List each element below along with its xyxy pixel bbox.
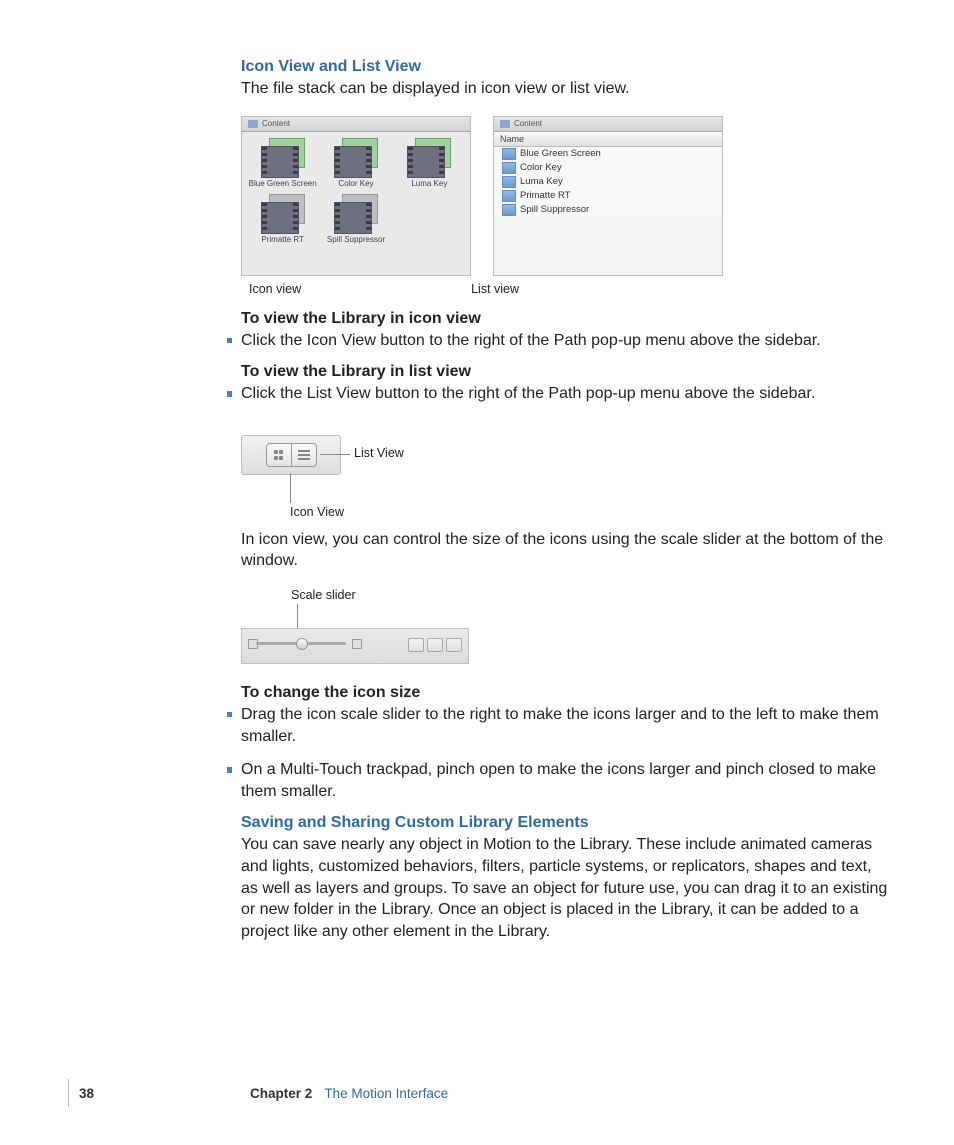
- view-buttons-toolbar: [241, 435, 341, 475]
- icon-item: Primatte RT: [246, 194, 319, 244]
- list-view-caption: List view: [471, 282, 519, 296]
- bullet-icon: [227, 712, 233, 718]
- aux-button[interactable]: [427, 638, 443, 652]
- saving-sharing-body: You can save nearly any object in Motion…: [241, 834, 891, 942]
- list-item: Blue Green Screen: [494, 147, 722, 161]
- filter-icon: [502, 176, 516, 188]
- bullet-icon: [227, 338, 233, 344]
- callout-line: [320, 454, 350, 455]
- scale-intro-text: In icon view, you can control the size o…: [241, 529, 891, 572]
- icon-item: Spill Suppressor: [319, 194, 392, 244]
- list-item-label: Blue Green Screen: [520, 148, 601, 159]
- chapter-label: Chapter 2: [250, 1086, 312, 1101]
- list-item-label: Luma Key: [520, 176, 563, 187]
- list-icon: [298, 450, 310, 460]
- icon-item: Color Key: [319, 138, 392, 188]
- bullet-text: On a Multi-Touch trackpad, pinch open to…: [241, 759, 891, 802]
- list-item-label: Color Key: [520, 162, 562, 173]
- filter-icon: [502, 204, 516, 216]
- heading-to-view-list: To view the Library in list view: [241, 363, 891, 381]
- list-item-label: Primatte RT: [520, 190, 571, 201]
- icon-view-button[interactable]: [266, 443, 292, 467]
- list-item: Luma Key: [494, 175, 722, 189]
- icon-view-callout-label: Icon View: [290, 505, 344, 519]
- icon-item-label: Spill Suppressor: [327, 236, 385, 244]
- bullet-item: On a Multi-Touch trackpad, pinch open to…: [227, 759, 892, 802]
- document-page: Icon View and List View The file stack c…: [0, 0, 954, 1145]
- icon-view-header: Content: [242, 117, 470, 132]
- clip-icon: [332, 138, 380, 178]
- content-column: Icon View and List View The file stack c…: [241, 58, 891, 942]
- aux-button[interactable]: [408, 638, 424, 652]
- icon-item-label: Luma Key: [411, 180, 447, 188]
- screenshot-captions: Icon view List view: [249, 282, 891, 296]
- page-number: 38: [79, 1086, 94, 1101]
- list-item: Color Key: [494, 161, 722, 175]
- filter-icon: [502, 162, 516, 174]
- slider-toolbar: [241, 628, 469, 664]
- icon-item-label: Blue Green Screen: [249, 180, 317, 188]
- bullet-text: Click the Icon View button to the right …: [241, 330, 891, 352]
- heading-icon-list-view: Icon View and List View: [241, 58, 891, 76]
- icon-grid: Blue Green Screen Color Key Luma Key Pri…: [242, 132, 470, 251]
- chapter-title: The Motion Interface: [324, 1086, 448, 1101]
- icon-item-label: Primatte RT: [261, 236, 304, 244]
- heading-to-view-icon: To view the Library in icon view: [241, 310, 891, 328]
- list-view-callout-label: List View: [354, 446, 404, 460]
- icon-view-screenshot: Content Blue Green Screen Color Key Luma…: [241, 116, 471, 276]
- list-view-button[interactable]: [292, 443, 317, 467]
- bullet-item: Click the Icon View button to the right …: [227, 330, 892, 352]
- folder-icon: [500, 120, 510, 128]
- slider-max-icon: [352, 639, 362, 649]
- list-view-screenshot: Content Name Blue Green Screen Color Key…: [493, 116, 723, 276]
- callout-line: [290, 473, 291, 503]
- clip-icon: [259, 194, 307, 234]
- clip-icon: [332, 194, 380, 234]
- view-screenshots: Content Blue Green Screen Color Key Luma…: [241, 116, 891, 276]
- filter-icon: [502, 190, 516, 202]
- list-view-header: Content: [494, 117, 722, 132]
- intro-text: The file stack can be displayed in icon …: [241, 78, 891, 100]
- bullet-text: Drag the icon scale slider to the right …: [241, 704, 891, 747]
- bullet-icon: [227, 391, 233, 397]
- aux-button[interactable]: [446, 638, 462, 652]
- bullet-item: Drag the icon scale slider to the right …: [227, 704, 892, 747]
- list-column-header: Name: [494, 132, 722, 147]
- bullet-icon: [227, 767, 233, 773]
- filter-icon: [502, 148, 516, 160]
- slider-right-buttons: [408, 638, 462, 652]
- bullet-text: Click the List View button to the right …: [241, 383, 891, 405]
- heading-saving-sharing: Saving and Sharing Custom Library Elemen…: [241, 814, 891, 832]
- bullet-item: Click the List View button to the right …: [227, 383, 892, 405]
- icon-item-label: Color Key: [338, 180, 373, 188]
- list-item: Spill Suppressor: [494, 203, 722, 217]
- page-footer: 38 Chapter 2 The Motion Interface: [68, 1079, 448, 1107]
- icon-item: Luma Key: [393, 138, 466, 188]
- folder-icon: [248, 120, 258, 128]
- clip-icon: [259, 138, 307, 178]
- header-content-label: Content: [262, 119, 290, 128]
- scale-slider-screenshot: Scale slider: [241, 588, 471, 666]
- slider-thumb[interactable]: [296, 638, 308, 650]
- icon-view-caption: Icon view: [249, 282, 301, 296]
- list-item-label: Spill Suppressor: [520, 204, 589, 215]
- header-content-label: Content: [514, 119, 542, 128]
- list-body: Name Blue Green Screen Color Key Luma Ke…: [494, 132, 722, 217]
- clip-icon: [405, 138, 453, 178]
- icon-item: Blue Green Screen: [246, 138, 319, 188]
- scale-slider-label: Scale slider: [291, 588, 356, 602]
- view-buttons-screenshot: List View Icon View: [241, 423, 641, 523]
- list-item: Primatte RT: [494, 189, 722, 203]
- heading-change-icon-size: To change the icon size: [241, 684, 891, 702]
- grid-icon: [274, 450, 284, 460]
